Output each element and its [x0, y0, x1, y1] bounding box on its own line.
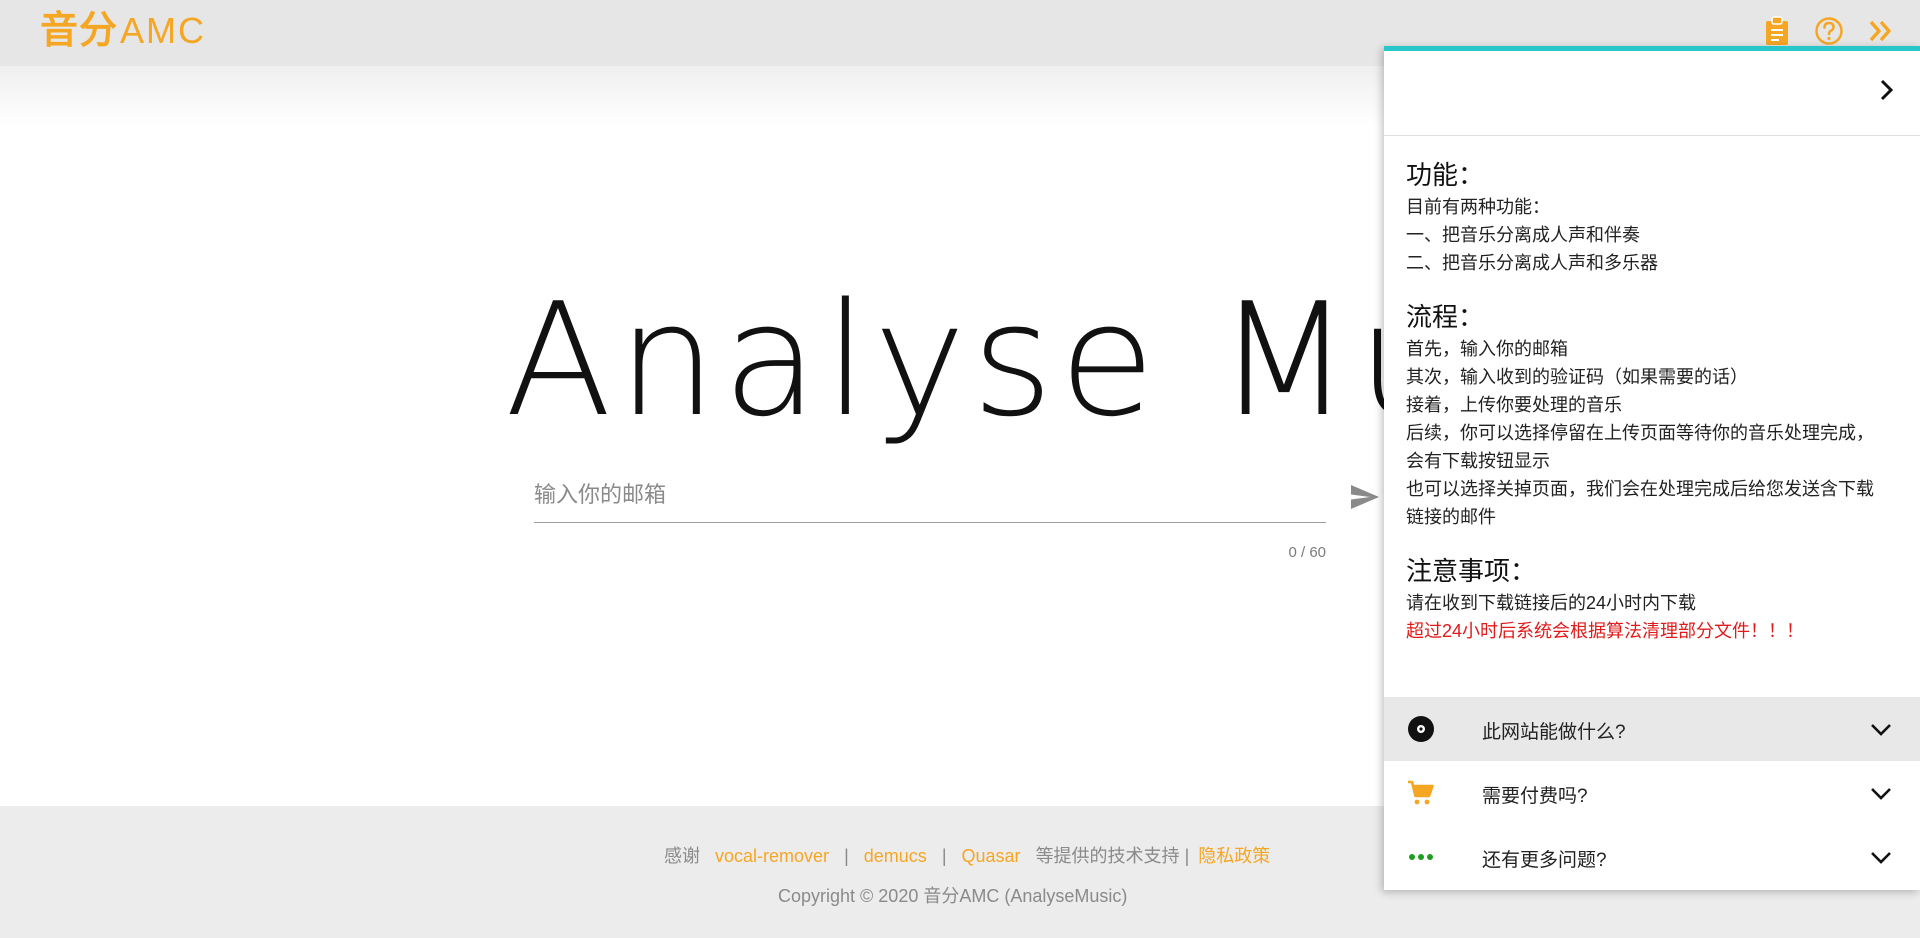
- clipboard-icon[interactable]: [1762, 14, 1792, 48]
- email-input[interactable]: [534, 472, 1326, 523]
- faq-label: 此网站能做什么?: [1482, 722, 1626, 743]
- section-line: 后续，你可以选择停留在上传页面等待你的音乐处理完成，: [1406, 423, 1874, 443]
- footer-separator: |: [941, 846, 947, 866]
- hero-title: Analyse Music: [505, 269, 1691, 451]
- chevron-down-icon[interactable]: [1868, 717, 1894, 743]
- send-icon: [1351, 485, 1379, 509]
- section-notes: 注意事项： 请在收到下载链接后的24小时内下载 超过24小时后系统会根据算法清理…: [1406, 555, 1906, 645]
- logo[interactable]: 音分AMC: [40, 8, 206, 53]
- more-dots-icon: [1406, 842, 1436, 872]
- drawer-body: 功能： 目前有两种功能： 一、把音乐分离成人声和伴奏 二、把音乐分离成人声和多乐…: [1406, 159, 1906, 669]
- chevron-down-icon[interactable]: [1868, 781, 1894, 807]
- privacy-link[interactable]: 隐私政策: [1198, 846, 1270, 866]
- link-demucs[interactable]: demucs: [864, 846, 927, 866]
- footer-thanks: 感谢: [664, 846, 700, 866]
- section-line: 其次，输入收到的验证码（如果需要的话）: [1406, 367, 1748, 387]
- section-line: 目前有两种功能：: [1406, 197, 1550, 217]
- faq-item-pay[interactable]: 需要付费吗?: [1384, 761, 1920, 825]
- faq-label: 还有更多问题?: [1482, 850, 1607, 871]
- cart-icon: [1406, 778, 1436, 808]
- logo-cn: 音分: [40, 8, 119, 52]
- section-title: 功能：: [1406, 161, 1485, 191]
- section-line: 会有下载按钮显示: [1406, 451, 1550, 471]
- copyright: Copyright © 2020 音分AMC (AnalyseMusic): [778, 886, 1128, 906]
- section-line: 也可以选择关掉页面，我们会在处理完成后给您发送含下载: [1406, 479, 1874, 499]
- double-chevron-right-icon[interactable]: [1866, 14, 1896, 48]
- link-quasar[interactable]: Quasar: [962, 846, 1021, 866]
- footer-suffix: 等提供的技术支持 |: [1035, 846, 1190, 866]
- chevron-down-icon[interactable]: [1868, 845, 1894, 871]
- send-button[interactable]: [1348, 480, 1382, 514]
- char-counter: 0 / 60: [1288, 544, 1326, 561]
- section-line: 接着，上传你要处理的音乐: [1406, 395, 1622, 415]
- faq-item-more[interactable]: 还有更多问题?: [1384, 825, 1920, 889]
- logo-en: AMC: [120, 10, 207, 51]
- help-circle-icon[interactable]: [1814, 14, 1844, 48]
- email-field-wrap: 0 / 60: [534, 472, 1326, 561]
- section-line: 首先，输入你的邮箱: [1406, 339, 1568, 359]
- section-line: 二、把音乐分离成人声和多乐器: [1406, 253, 1658, 273]
- footer-credits: 感谢 vocal-remover | demucs | Quasar 等提供的技…: [664, 842, 1270, 868]
- faq-item-what[interactable]: 此网站能做什么?: [1384, 697, 1920, 761]
- footer-separator: |: [844, 846, 849, 866]
- section-title: 流程：: [1406, 303, 1485, 333]
- help-drawer: 功能： 目前有两种功能： 一、把音乐分离成人声和伴奏 二、把音乐分离成人声和多乐…: [1384, 46, 1920, 890]
- section-title: 注意事项：: [1406, 557, 1537, 587]
- drawer-close-button[interactable]: [1872, 75, 1902, 105]
- drawer-header: [1384, 51, 1920, 136]
- warning-text: 超过24小时后系统会根据算法清理部分文件！！！: [1406, 621, 1805, 641]
- faq-label: 需要付费吗?: [1482, 786, 1588, 807]
- chevron-right-icon: [1880, 79, 1894, 101]
- section-line: 请在收到下载链接后的24小时内下载: [1406, 593, 1697, 613]
- disc-icon: [1406, 714, 1436, 744]
- section-features: 功能： 目前有两种功能： 一、把音乐分离成人声和伴奏 二、把音乐分离成人声和多乐…: [1406, 159, 1906, 277]
- section-process: 流程： 首先，输入你的邮箱 其次，输入收到的验证码（如果需要的话） 接着，上传你…: [1406, 301, 1906, 531]
- section-line: 链接的邮件: [1406, 507, 1496, 527]
- top-icons: [1762, 14, 1896, 48]
- section-line: 一、把音乐分离成人声和伴奏: [1406, 225, 1640, 245]
- link-vocal-remover[interactable]: vocal-remover: [715, 846, 829, 866]
